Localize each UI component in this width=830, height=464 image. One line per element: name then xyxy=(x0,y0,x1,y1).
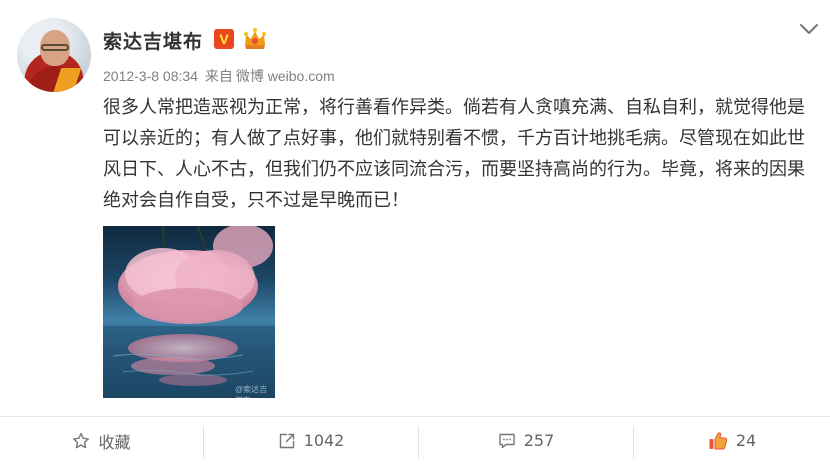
flower-reflection-image xyxy=(103,226,275,398)
post-image[interactable]: @索达吉堪布 xyxy=(103,226,275,398)
post-text: 很多人常把造恶视为正常，将行善看作异类。倘若有人贪嗔充满、自私自利，就觉得他是可… xyxy=(103,97,805,211)
weibo-post-card: 索达吉堪布 V 2012-3-8 08:34 来自 微博 weibo.com 很多… xyxy=(0,0,830,464)
chevron-down-icon[interactable] xyxy=(798,21,820,37)
like-count: 24 xyxy=(735,431,757,450)
image-watermark: @索达吉堪布 xyxy=(235,385,268,398)
post-meta: 2012-3-8 08:34 来自 微博 weibo.com xyxy=(103,66,338,86)
avatar[interactable] xyxy=(17,18,91,92)
repost-button[interactable]: 1042 xyxy=(204,417,418,464)
comment-count: 257 xyxy=(523,431,555,450)
verified-badge-icon[interactable]: V xyxy=(214,29,234,49)
repost-count: 1042 xyxy=(303,431,345,450)
favorite-label: 收藏 xyxy=(98,432,131,452)
author-name[interactable]: 索达吉堪布 xyxy=(103,27,203,54)
star-icon xyxy=(73,432,90,448)
share-icon xyxy=(279,433,294,448)
favorite-button[interactable]: 收藏 xyxy=(0,417,203,464)
post-timestamp[interactable]: 2012-3-8 08:34 xyxy=(103,68,198,84)
avatar-glasses xyxy=(41,44,69,51)
vip-crown-icon[interactable] xyxy=(242,27,268,51)
like-button[interactable]: 24 xyxy=(634,417,830,464)
comment-button[interactable]: 257 xyxy=(419,417,633,464)
thumbs-up-icon xyxy=(709,431,728,449)
source-prefix: 来自 xyxy=(204,68,233,84)
post-source[interactable]: 微博 weibo.com xyxy=(236,68,335,84)
comment-icon xyxy=(499,433,515,448)
